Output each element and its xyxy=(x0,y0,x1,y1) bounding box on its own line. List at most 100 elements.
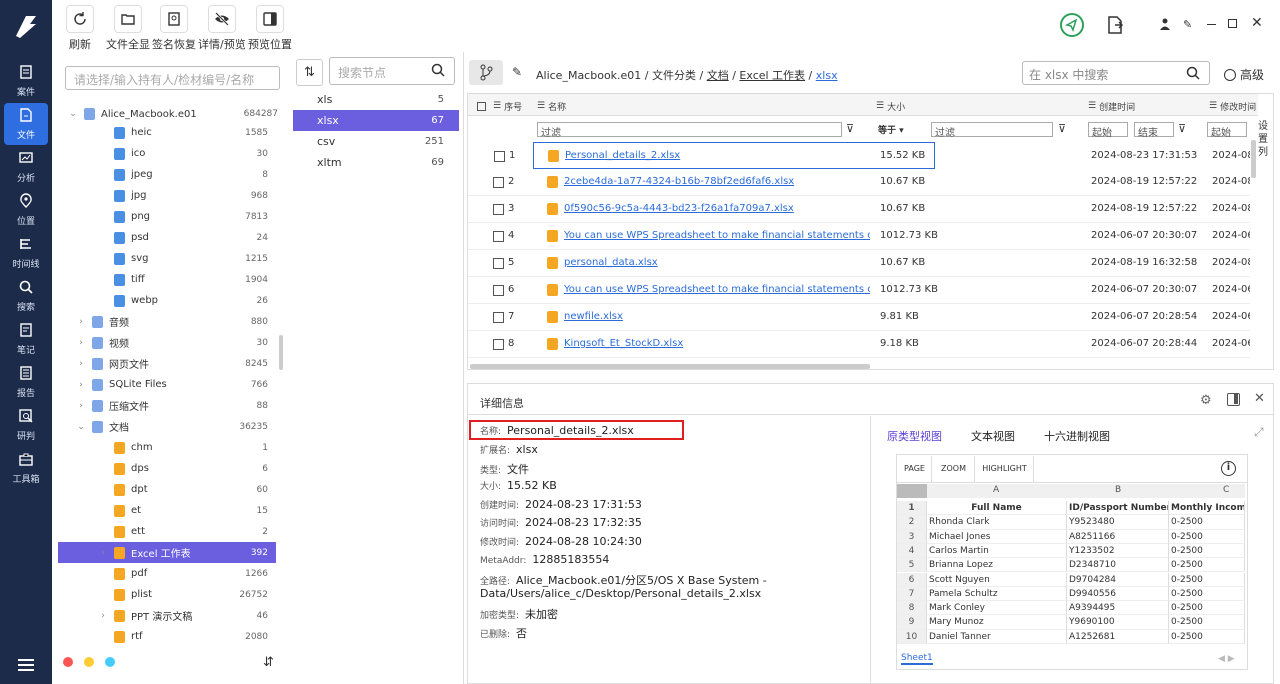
nav-analysis[interactable]: 分析 xyxy=(0,146,52,188)
created-filter-icon[interactable]: ⊽ xyxy=(1178,122,1186,135)
ext-item-csv[interactable]: csv 251 xyxy=(293,131,459,152)
row-checkbox[interactable] xyxy=(493,204,504,215)
size-filter-icon[interactable]: ⊽ xyxy=(1058,122,1066,135)
toolbar-panel-button[interactable]: 预览位置 xyxy=(248,5,292,52)
toolbar-folder-button[interactable]: 文件全显 xyxy=(106,5,150,52)
advanced-search-button[interactable]: 高级 xyxy=(1224,66,1264,83)
file-name-link[interactable]: personal_data.xlsx xyxy=(564,257,870,268)
row-checkbox[interactable] xyxy=(493,312,504,323)
tree-node[interactable]: et 15 xyxy=(58,500,276,521)
tree-node[interactable]: › 压缩文件 88 xyxy=(58,395,276,416)
dock-icon[interactable] xyxy=(1227,393,1240,406)
xlsx-search-icon[interactable] xyxy=(1186,66,1200,80)
nav-timeline[interactable]: 时间线 xyxy=(0,232,52,274)
export-icon[interactable] xyxy=(1107,16,1124,34)
tree-node[interactable]: chm 1 xyxy=(58,437,276,458)
settings-column-button[interactable]: 设置列 xyxy=(1258,120,1272,159)
xlsx-search-input[interactable]: 在 xlsx 中搜索 xyxy=(1022,61,1210,85)
tree-node[interactable]: jpeg 8 xyxy=(58,164,276,185)
file-name-link[interactable]: Personal_details_2.xlsx xyxy=(565,150,871,161)
ext-item-xltm[interactable]: xltm 69 xyxy=(293,152,459,173)
toolbar-refresh-button[interactable]: 刷新 xyxy=(66,5,94,52)
modified-start-input[interactable]: 起始 xyxy=(1207,122,1247,139)
edit-path-icon[interactable]: ✎ xyxy=(512,65,522,79)
tree-root[interactable]: ⌄ Alice_Macbook.e01 684287 xyxy=(58,104,280,124)
tree-node[interactable]: ett 2 xyxy=(58,521,276,542)
tree-node[interactable]: png 7813 xyxy=(58,206,276,227)
expand-icon[interactable]: › xyxy=(76,359,86,369)
expand-icon[interactable]: › xyxy=(76,401,86,411)
close-icon[interactable]: ✕ xyxy=(1251,15,1263,31)
row-checkbox[interactable] xyxy=(493,285,504,296)
header-size[interactable]: ☰ 大小 xyxy=(876,96,905,116)
expand-icon[interactable]: ⌄ xyxy=(76,422,86,432)
ext-item-xlsx[interactable]: xlsx 67 xyxy=(293,110,459,131)
tree-node[interactable]: tiff 1904 xyxy=(58,269,276,290)
table-row[interactable]: 1 Personal_details_2.xlsx xyxy=(494,142,935,169)
tree-node[interactable]: ico 30 xyxy=(58,143,276,164)
tree-node[interactable]: › PPT 演示文稿 46 xyxy=(58,605,276,626)
table-hscroll[interactable] xyxy=(470,364,870,369)
popout-icon[interactable]: ⤢ xyxy=(1254,425,1264,440)
file-name-link[interactable]: You can use WPS Spreadsheet to make fina… xyxy=(564,230,870,241)
header-checkbox[interactable] xyxy=(477,96,486,116)
tree-node[interactable]: svg 1215 xyxy=(58,248,276,269)
table-row[interactable]: 6 You can use WPS Spreadsheet to make fin… xyxy=(468,277,1250,304)
toolbar-eye-off-button[interactable]: 详情/预览 xyxy=(198,5,246,52)
tree-node[interactable]: ⌄ 文档 36235 xyxy=(58,416,276,437)
tree-node[interactable]: › Excel 工作表 392 xyxy=(58,542,276,563)
created-start-input[interactable]: 起始 xyxy=(1088,122,1128,139)
breadcrumb-root[interactable]: Alice_Macbook.e01 xyxy=(536,69,641,82)
settings-icon[interactable]: ⚙ xyxy=(1200,393,1212,408)
tab-original-view[interactable]: 原类型视图 xyxy=(887,428,942,444)
maximize-icon[interactable] xyxy=(1228,19,1237,28)
info-icon[interactable]: i xyxy=(1221,461,1236,476)
tree-node[interactable]: heic 1585 xyxy=(58,122,276,143)
row-checkbox[interactable] xyxy=(493,177,504,188)
nav-file[interactable]: 文件 xyxy=(4,103,48,145)
nav-judge[interactable]: 研判 xyxy=(0,404,52,446)
tree-scrollbar[interactable] xyxy=(279,335,283,370)
table-row[interactable]: 3 0f590c56-9c5a-4443-bd23-f26a1fa709a7.xl… xyxy=(468,196,1250,223)
tree-node[interactable]: dps 6 xyxy=(58,458,276,479)
file-name-link[interactable]: Kingsoft_Et_StockD.xlsx xyxy=(564,338,870,349)
file-name-link[interactable]: newfile.xlsx xyxy=(564,311,870,322)
tree-search-input[interactable]: 请选择/输入持有人/检材编号/名称 xyxy=(65,66,280,90)
collapse-icon[interactable]: ⇵ xyxy=(263,655,274,670)
name-filter-icon[interactable]: ⊽ xyxy=(846,122,854,135)
nav-toolbox[interactable]: 工具箱 xyxy=(0,447,52,489)
expand-icon[interactable]: › xyxy=(76,380,86,390)
breadcrumb-xlsx[interactable]: xlsx xyxy=(816,69,838,82)
expand-icon[interactable]: › xyxy=(98,611,108,621)
table-vscroll[interactable] xyxy=(1251,140,1256,178)
table-row[interactable]: 8 Kingsoft_Et_StockD.xlsx 9.18 KB 2024-06-0… xyxy=(468,331,1250,358)
table-row[interactable]: 5 personal_data.xlsx 10.67 KB 2024-08-19 16… xyxy=(468,250,1250,277)
size-op-select[interactable]: 等于 ▾ xyxy=(878,123,904,136)
header-created[interactable]: ☰ 创建时间 xyxy=(1088,96,1135,116)
tree-node[interactable]: jpg 968 xyxy=(58,185,276,206)
tree-node[interactable]: plist 26752 xyxy=(58,584,276,605)
row-checkbox[interactable] xyxy=(494,151,505,162)
tree-node[interactable]: › 网页文件 8245 xyxy=(58,353,276,374)
breadcrumb-excel[interactable]: Excel 工作表 xyxy=(739,69,805,82)
nav-search[interactable]: 搜索 xyxy=(0,275,52,317)
expand-icon[interactable]: › xyxy=(76,338,86,348)
nav-case[interactable]: 案件 xyxy=(0,60,52,102)
pin-icon[interactable]: ✎ xyxy=(1183,18,1192,31)
breadcrumb-category[interactable]: 文件分类 xyxy=(652,69,696,82)
header-modified[interactable]: ☰ 修改时间 xyxy=(1209,96,1256,116)
details-close-icon[interactable]: ✕ xyxy=(1254,391,1265,406)
file-name-link[interactable]: 0f590c56-9c5a-4443-bd23-f26a1fa709a7.xls… xyxy=(564,203,870,214)
tree-node[interactable]: webp 26 xyxy=(58,290,276,311)
file-name-link[interactable]: You can use WPS Spreadsheet to make fina… xyxy=(564,284,870,295)
page-tool-button[interactable]: PAGE xyxy=(898,456,932,482)
row-checkbox[interactable] xyxy=(493,339,504,350)
user-icon[interactable] xyxy=(1160,18,1170,30)
tab-hex-view[interactable]: 十六进制视图 xyxy=(1044,428,1110,444)
nav-note[interactable]: 笔记 xyxy=(0,318,52,360)
table-row[interactable]: 7 newfile.xlsx 9.81 KB 2024-06-07 20:28:54 2… xyxy=(468,304,1250,331)
tree-node[interactable]: › 视频 30 xyxy=(58,332,276,353)
name-filter-input[interactable]: 过滤 xyxy=(537,122,842,139)
toolbar-signature-button[interactable]: 签名恢复 xyxy=(152,5,196,52)
sort-button[interactable]: ⇅ xyxy=(296,59,323,86)
